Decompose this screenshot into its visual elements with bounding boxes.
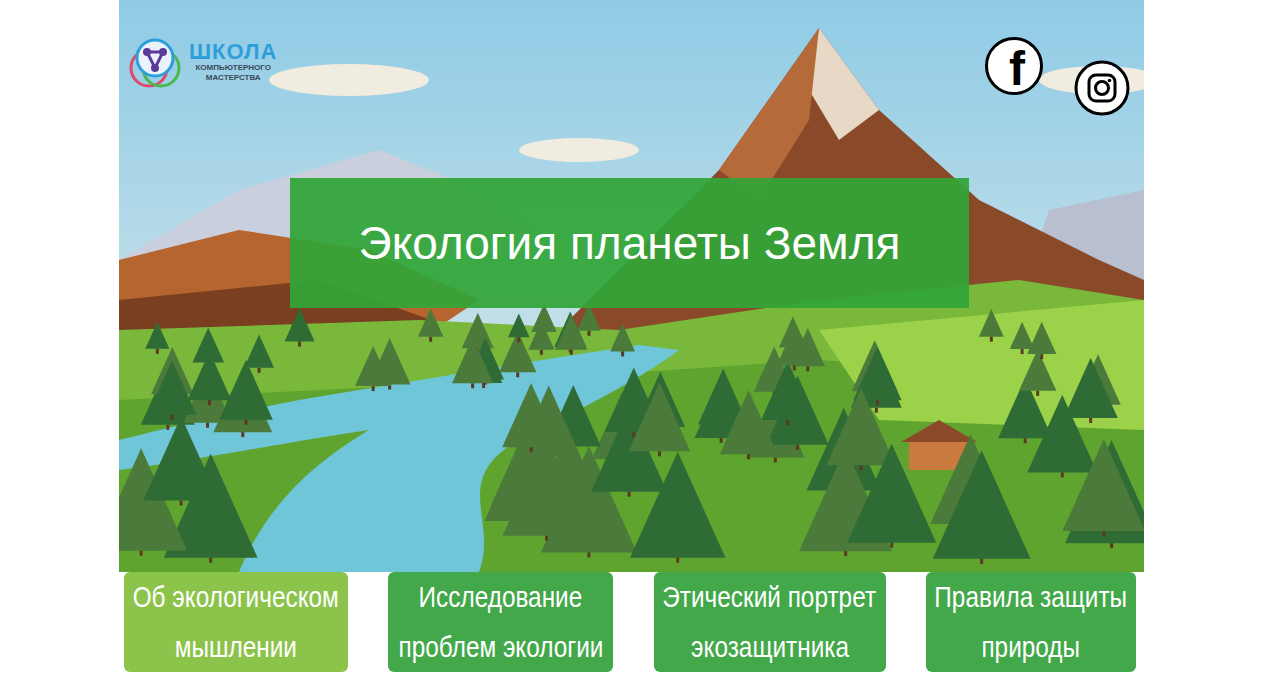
facebook-icon[interactable]: f [985,37,1043,95]
page: ШКОЛАКОМПЬЮТЕРНОГОМАСТЕРСТВА f Экология пл… [119,0,1144,672]
nav-line: проблем экологии [388,622,613,672]
logo-subtitle: КОМПЬЮТЕРНОГО [195,63,271,73]
nav-line: Исследование [388,572,613,622]
nav-line: экозащитника [654,622,886,672]
facebook-glyph: f [1009,46,1025,92]
headline: Экология планеты Земля [359,215,901,271]
logo-text: ШКОЛАКОМПЬЮТЕРНОГОМАСТЕРСТВА [189,41,277,83]
school-logo[interactable]: ШКОЛАКОМПЬЮТЕРНОГОМАСТЕРСТВА [127,34,277,90]
headline-box: Экология планеты Земля [290,178,969,308]
nav-text: природы [982,622,1081,672]
nav-button[interactable]: Об экологическоммышлении [124,572,348,672]
nav-button[interactable]: Этический портретэкозащитника [654,572,886,672]
nav-text: Этический портрет [663,572,877,622]
nav-button-label: Этический портретэкозащитника [654,572,886,672]
logo-subtitle: МАСТЕРСТВА [206,73,261,83]
hero-banner: ШКОЛАКОМПЬЮТЕРНОГОМАСТЕРСТВА f Экология пл… [119,0,1144,572]
nav-line: мышлении [124,622,348,672]
nav-line: Об экологическом [124,572,348,622]
nav-line: Правила защиты [926,572,1136,622]
nav-button-label: Исследованиепроблем экологии [388,572,613,672]
nav-text: Правила защиты [935,572,1128,622]
nav-text: экозащитника [691,622,849,672]
instagram-icon[interactable] [1074,60,1130,116]
nav-button[interactable]: Правила защитыприроды [926,572,1136,672]
nav-button-label: Об экологическоммышлении [124,572,348,672]
nav-line: Этический портрет [654,572,886,622]
nav-text: Об экологическом [133,572,339,622]
nav-button[interactable]: Исследованиепроблем экологии [388,572,613,672]
nav-text: мышлении [175,622,297,672]
logo-title: ШКОЛА [189,41,277,63]
atom-logo-icon [127,34,183,90]
nav-button-label: Правила защитыприроды [926,572,1136,672]
nav-line: природы [926,622,1136,672]
nav-text: проблем экологии [398,622,603,672]
nav-bar: Об экологическоммышлении Исследованиепроб… [119,572,1144,672]
nav-text: Исследование [419,572,583,622]
